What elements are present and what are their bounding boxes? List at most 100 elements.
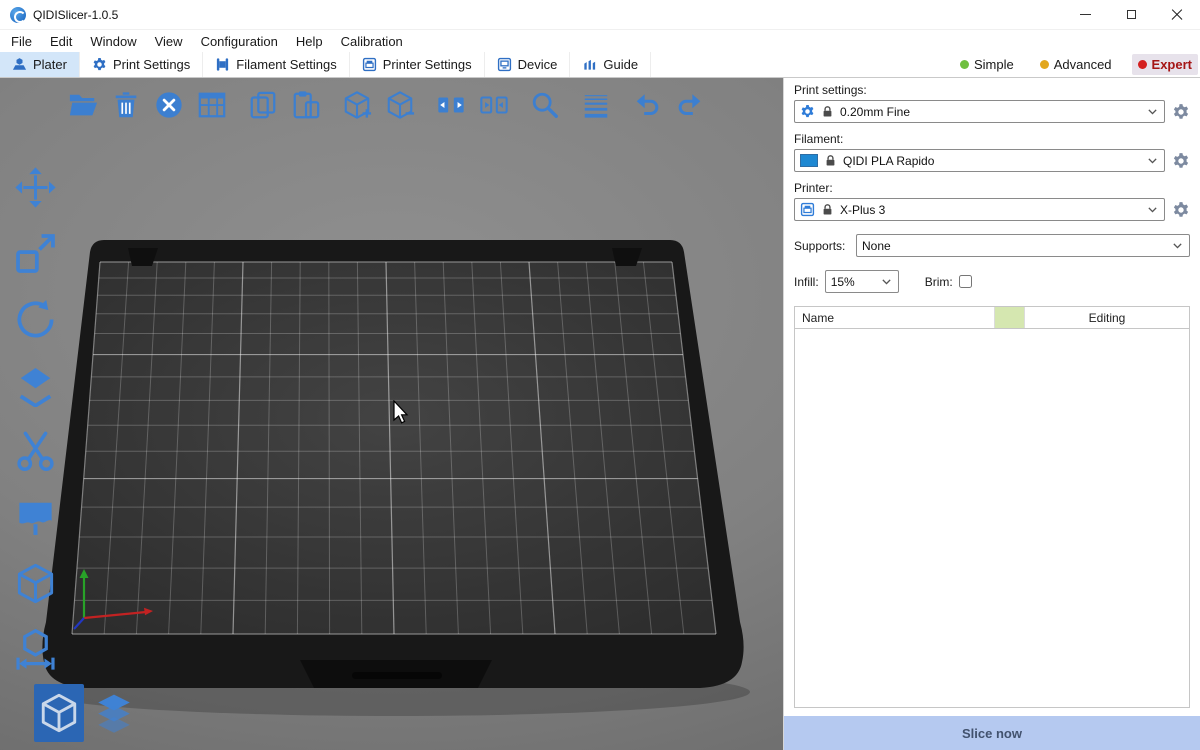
chevron-down-icon	[1171, 239, 1184, 252]
tab-device[interactable]: Device	[485, 52, 571, 77]
minimize-icon	[1080, 14, 1091, 15]
minimize-button[interactable]	[1062, 0, 1108, 29]
tab-plater[interactable]: Plater	[0, 52, 80, 77]
chevron-down-icon	[1146, 154, 1159, 167]
split-to-parts-button[interactable]	[477, 88, 511, 122]
remove-instance-button[interactable]	[383, 88, 417, 122]
print-settings-combo[interactable]: 0.20mm Fine	[794, 100, 1165, 123]
search-icon	[530, 90, 560, 120]
move-gizmo-button[interactable]	[12, 164, 59, 211]
tab-printer-settings[interactable]: Printer Settings	[350, 52, 485, 77]
measure-gizmo-button[interactable]	[12, 626, 59, 673]
print-settings-label: Print settings:	[794, 83, 1190, 97]
seam-gizmo-button[interactable]	[12, 560, 59, 607]
move-icon	[14, 166, 57, 209]
print-settings-gear-button[interactable]	[1172, 103, 1190, 121]
filament-combo[interactable]: QIDI PLA Rapido	[794, 149, 1165, 172]
paste-button[interactable]	[289, 88, 323, 122]
mode-label: Advanced	[1054, 57, 1112, 72]
scale-icon	[14, 232, 57, 275]
menu-edit[interactable]: Edit	[41, 32, 81, 51]
measure-icon	[14, 628, 57, 671]
close-button[interactable]	[1154, 0, 1200, 29]
mouse-cursor-icon	[393, 400, 411, 426]
mode-simple[interactable]: Simple	[954, 54, 1020, 75]
object-list-body[interactable]	[795, 329, 1189, 707]
title-bar: QIDISlicer-1.0.5	[0, 0, 1200, 30]
infill-label: Infill:	[794, 275, 819, 289]
menu-calibration[interactable]: Calibration	[332, 32, 412, 51]
tab-filament-settings[interactable]: Filament Settings	[203, 52, 349, 77]
print-settings-value: 0.20mm Fine	[840, 105, 910, 119]
tab-print-settings[interactable]: Print Settings	[80, 52, 203, 77]
filament-color-swatch	[800, 154, 818, 167]
menu-file[interactable]: File	[2, 32, 41, 51]
scale-gizmo-button[interactable]	[12, 230, 59, 277]
lock-icon	[821, 105, 834, 118]
delete-all-button[interactable]	[152, 88, 186, 122]
search-button[interactable]	[528, 88, 562, 122]
printer-combo[interactable]: X-Plus 3	[794, 198, 1165, 221]
tab-label: Printer Settings	[383, 57, 472, 72]
brim-checkbox[interactable]	[959, 275, 972, 288]
open-folder-icon	[68, 90, 98, 120]
supports-value: None	[862, 239, 891, 253]
cube-plus-icon	[342, 90, 372, 120]
rotate-gizmo-button[interactable]	[12, 296, 59, 343]
chevron-down-icon	[1146, 203, 1159, 216]
infill-combo[interactable]: 15%	[825, 270, 899, 293]
3d-viewport[interactable]	[0, 78, 783, 750]
expert-mode-dot-icon	[1138, 60, 1147, 69]
layers-view-button[interactable]	[89, 684, 139, 742]
printer-icon	[800, 202, 815, 217]
open-file-button[interactable]	[66, 88, 100, 122]
3d-cube-icon	[38, 692, 80, 734]
gear-icon	[1172, 103, 1190, 121]
place-on-face-icon	[14, 364, 57, 407]
arrange-button[interactable]	[195, 88, 229, 122]
app-logo-icon	[10, 7, 26, 23]
plater-toolbar	[66, 88, 716, 122]
plater-icon	[12, 57, 27, 72]
object-list: Name Editing	[794, 306, 1190, 708]
tab-guide[interactable]: Guide	[570, 52, 651, 77]
printer-label: Printer:	[794, 181, 1190, 195]
menu-view[interactable]: View	[146, 32, 192, 51]
scissors-icon	[14, 430, 57, 473]
window-controls	[1062, 0, 1200, 29]
place-on-face-gizmo-button[interactable]	[12, 362, 59, 409]
infill-value: 15%	[831, 275, 855, 289]
layer-lines-icon	[581, 90, 611, 120]
menu-help[interactable]: Help	[287, 32, 332, 51]
supports-combo[interactable]: None	[856, 234, 1190, 257]
mode-expert[interactable]: Expert	[1132, 54, 1198, 75]
mode-advanced[interactable]: Advanced	[1034, 54, 1118, 75]
mode-label: Expert	[1152, 57, 1192, 72]
filament-gear-button[interactable]	[1172, 152, 1190, 170]
device-icon	[497, 57, 512, 72]
menu-bar: File Edit Window View Configuration Help…	[0, 30, 1200, 52]
printer-gear-button[interactable]	[1172, 201, 1190, 219]
split-to-objects-button[interactable]	[434, 88, 468, 122]
add-instance-button[interactable]	[340, 88, 374, 122]
cut-gizmo-button[interactable]	[12, 428, 59, 475]
supports-label: Supports:	[794, 239, 856, 253]
3d-view-button[interactable]	[34, 684, 84, 742]
menu-configuration[interactable]: Configuration	[192, 32, 287, 51]
paint-support-gizmo-button[interactable]	[12, 494, 59, 541]
menu-window[interactable]: Window	[81, 32, 145, 51]
gizmo-toolbar	[12, 164, 59, 673]
mode-selector: Simple Advanced Expert	[954, 52, 1200, 77]
lock-icon	[824, 154, 837, 167]
gear-icon	[800, 104, 815, 119]
undo-button[interactable]	[630, 88, 664, 122]
split-parts-icon	[479, 90, 509, 120]
delete-button[interactable]	[109, 88, 143, 122]
slice-now-button[interactable]: Slice now	[784, 716, 1200, 750]
paint-support-icon	[14, 496, 57, 539]
copy-icon	[248, 90, 278, 120]
redo-button[interactable]	[673, 88, 707, 122]
variable-layer-height-button[interactable]	[579, 88, 613, 122]
maximize-button[interactable]	[1108, 0, 1154, 29]
copy-button[interactable]	[246, 88, 280, 122]
